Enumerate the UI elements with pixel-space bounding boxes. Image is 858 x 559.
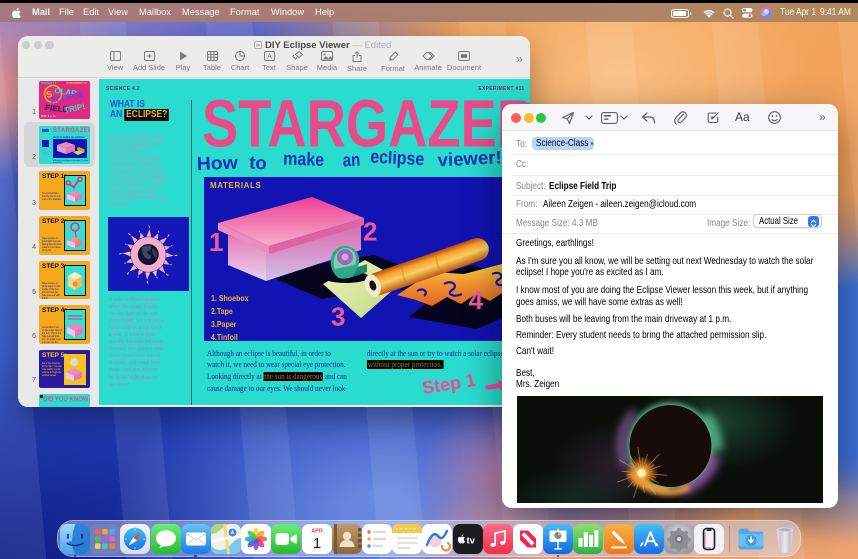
svg-text:4: 4 xyxy=(468,285,483,315)
svg-text:2: 2 xyxy=(363,217,377,247)
svg-text:eclipse: eclipse xyxy=(370,151,425,169)
svg-text:1: 1 xyxy=(209,227,223,257)
svg-text:STARGAZER: STARGAZER xyxy=(202,93,530,153)
svg-text:A: A xyxy=(267,54,272,61)
svg-text:tv: tv xyxy=(466,535,475,546)
svg-text:3: 3 xyxy=(331,302,345,332)
svg-text:an: an xyxy=(342,151,361,170)
svg-text:With 1 p.m.: With 1 p.m. xyxy=(41,114,56,118)
svg-text:to: to xyxy=(249,151,268,173)
svg-text:1: 1 xyxy=(312,535,320,552)
svg-text:APR: APR xyxy=(311,528,323,534)
svg-text:TRIP!: TRIP! xyxy=(64,101,86,114)
svg-text:make: make xyxy=(283,151,325,170)
svg-text:How: How xyxy=(196,151,238,173)
svg-text:viewer!: viewer! xyxy=(437,151,502,170)
